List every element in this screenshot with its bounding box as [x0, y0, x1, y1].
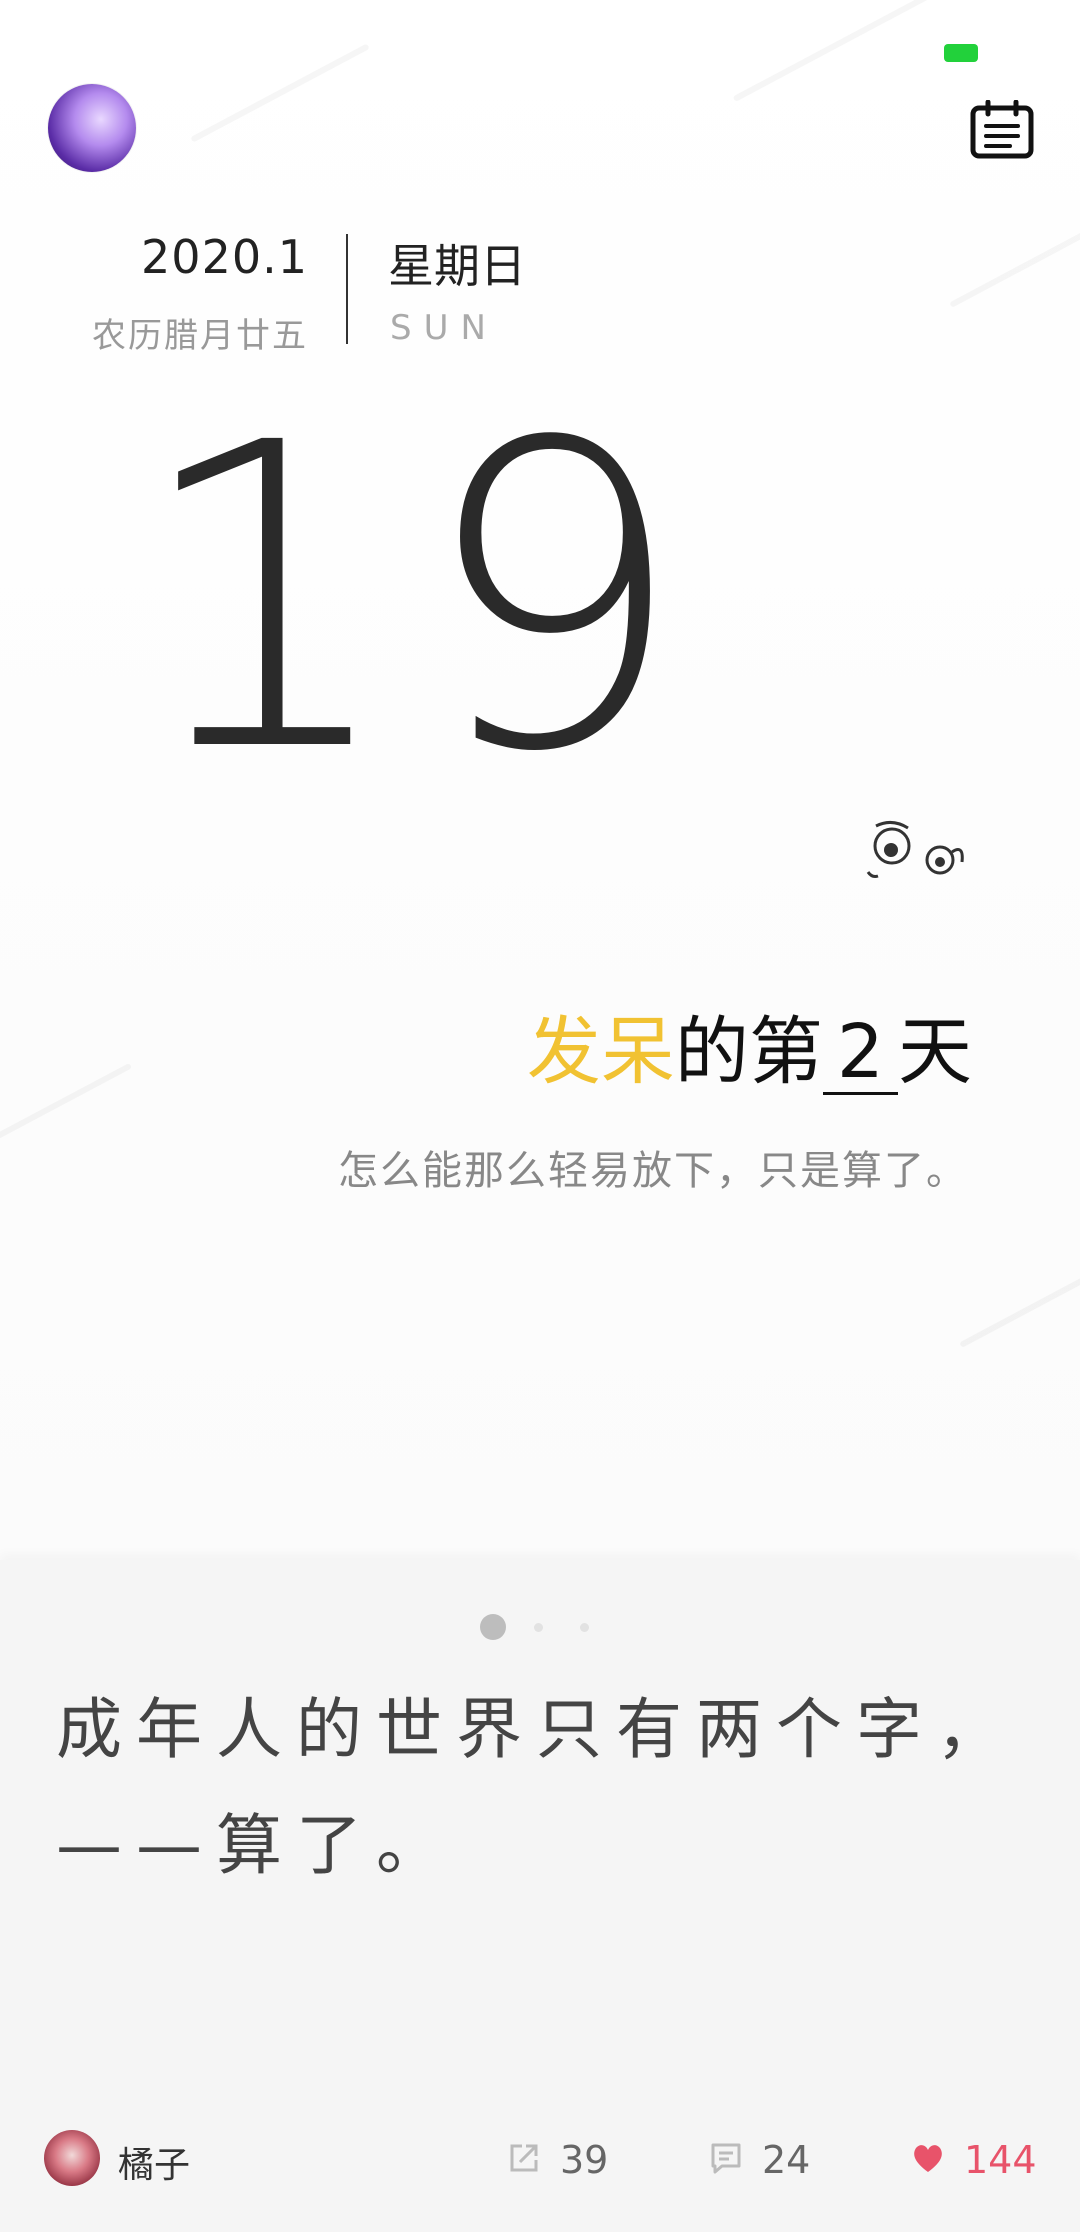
like-count: 144	[964, 2138, 1037, 2182]
battery-indicator	[944, 44, 978, 62]
share-icon	[510, 2144, 538, 2172]
page-dot[interactable]	[580, 1623, 589, 1632]
headline-highlight: 发呆	[526, 1009, 675, 1095]
author-avatar[interactable]	[44, 2130, 100, 2186]
subtitle: 怎么能那么轻易放下，只是算了。	[338, 1148, 968, 1194]
comment-count: 24	[762, 2138, 811, 2182]
headline-suffix: 天	[898, 1009, 972, 1095]
date-divider	[346, 234, 348, 344]
comment-icon	[711, 2143, 741, 2174]
headline-count: 2	[822, 1013, 898, 1095]
share-count: 39	[560, 2138, 609, 2182]
like-button[interactable]: 144	[910, 2130, 1060, 2190]
decor-stroke	[959, 1258, 1080, 1348]
heart-icon	[914, 2145, 942, 2172]
comment-button[interactable]: 24	[708, 2130, 828, 2190]
daily-card: 2020.1 农历腊月廿五 星期日 SUN 19 发呆的第 2 天 怎么能那么轻易放…	[0, 0, 1080, 1560]
quote-text: 成年人的世界只有两个字， ——算了。	[56, 1672, 1036, 1904]
share-button[interactable]: 39	[506, 2130, 626, 2190]
day-number: 19	[132, 355, 707, 844]
user-avatar[interactable]	[48, 84, 136, 172]
headline-middle: 的第	[674, 1009, 823, 1095]
decor-stroke	[0, 1063, 132, 1143]
date-header: 2020.1 农历腊月廿五 星期日 SUN	[0, 220, 1080, 360]
year-month: 2020.1	[141, 230, 308, 284]
decor-stroke	[190, 43, 369, 142]
weekday: 星期日	[388, 239, 526, 293]
dazed-eyes-icon	[864, 818, 972, 884]
lunar-date: 农历腊月廿五	[92, 316, 308, 356]
weekday-en: SUN	[390, 308, 498, 348]
calendar-list-icon[interactable]	[970, 99, 1034, 160]
page-dot[interactable]	[534, 1623, 543, 1632]
page-indicator[interactable]	[480, 1614, 620, 1642]
idle-day-headline: 发呆的第 2 天	[527, 992, 972, 1099]
author-name[interactable]: 橘子	[118, 2136, 190, 2188]
decor-stroke	[733, 0, 948, 102]
post-footer: 橘子 39 24 144	[0, 2124, 1080, 2194]
page-dot-active[interactable]	[480, 1614, 506, 1640]
quote-line-2: ——算了。	[56, 1807, 456, 1884]
quote-line-1: 成年人的世界只有两个字，	[56, 1691, 1016, 1768]
